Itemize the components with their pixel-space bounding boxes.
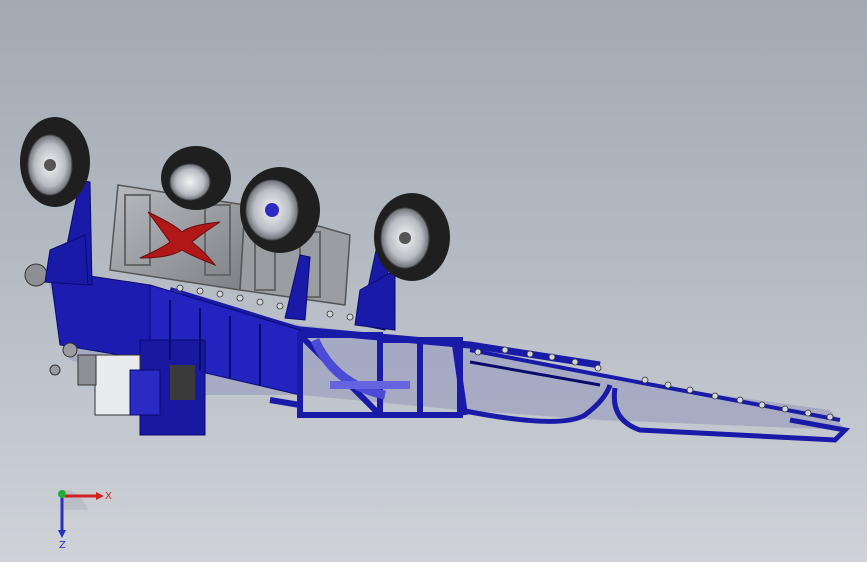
graphics-viewport[interactable]: X Z: [0, 0, 867, 562]
wheel-front-right: [374, 193, 450, 281]
y-axis-dot: [58, 490, 66, 498]
wheel-rear-right: [161, 146, 231, 210]
z-axis-label: Z: [59, 540, 66, 550]
orientation-triad: X Z: [58, 489, 112, 550]
wheel-front-left: [240, 167, 320, 253]
chassis-3d-model[interactable]: [0, 0, 867, 562]
wheel-rear-left: [20, 117, 90, 207]
x-axis-label: X: [105, 491, 112, 502]
